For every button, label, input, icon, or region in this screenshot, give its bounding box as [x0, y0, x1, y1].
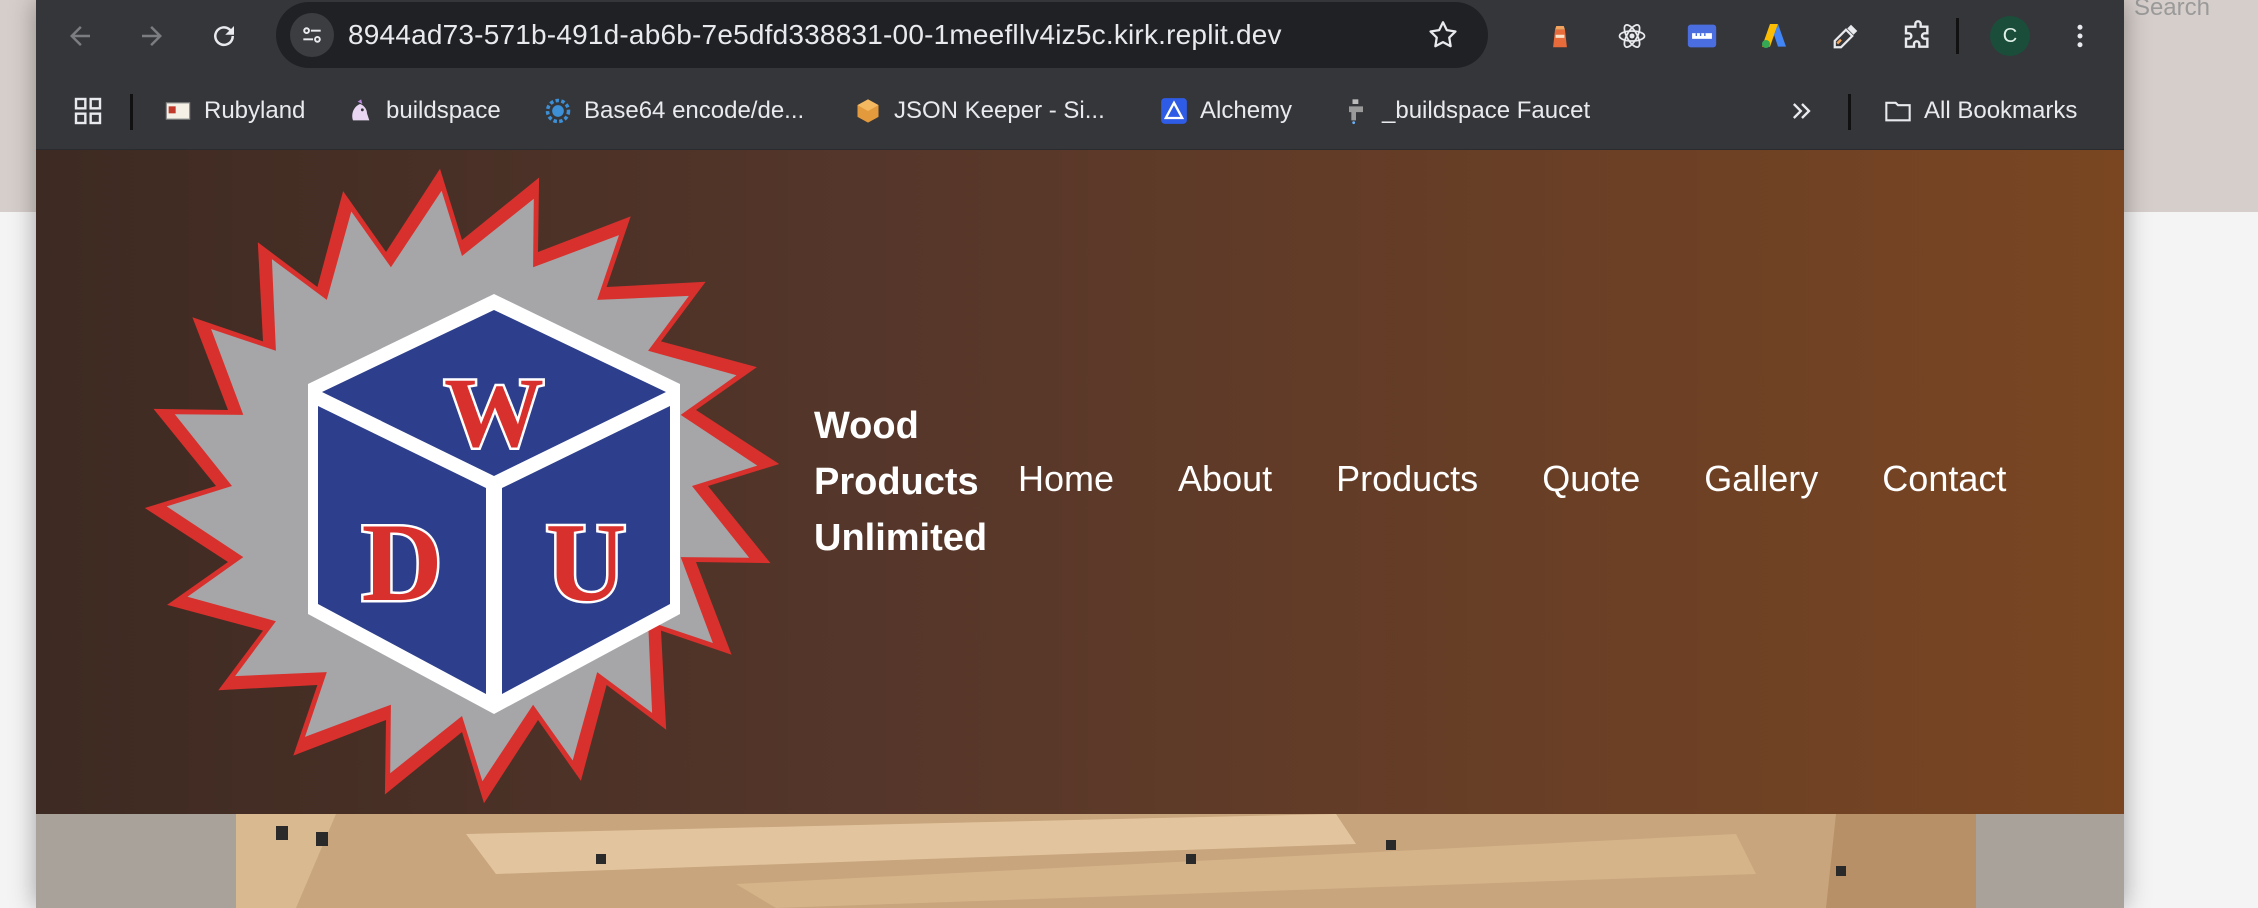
logo-letter-u: U	[546, 501, 627, 625]
buildspace-icon	[352, 99, 370, 121]
brand-line-1: Wood	[814, 405, 919, 447]
alchemy-icon	[1161, 98, 1187, 124]
bookmark-label: Rubyland	[204, 97, 306, 124]
profile-avatar[interactable]: C	[1990, 16, 2030, 56]
bookmark-rubyland[interactable]: Rubyland	[164, 94, 305, 128]
site-info-icon[interactable]	[290, 13, 334, 57]
forward-icon[interactable]	[128, 12, 176, 60]
bookmark-label: Base64 encode/de...	[584, 97, 805, 124]
reload-icon[interactable]	[200, 12, 248, 60]
browser-toolbar: 8944ad73-571b-491d-ab6b-7e5dfd338831-00-…	[36, 0, 2124, 72]
bookmarks-overflow-icon[interactable]	[1788, 94, 1816, 128]
logo-letter-d: D	[362, 501, 443, 625]
web-page: W D U Wood Products Unlimited Home About…	[36, 150, 2124, 908]
folder-icon	[1885, 101, 1911, 122]
extension-lighthouse-icon[interactable]	[1540, 16, 1580, 56]
all-bookmarks-label: All Bookmarks	[1924, 97, 2078, 124]
bookmark-faucet[interactable]: _buildspace Faucet	[1342, 94, 1590, 128]
url-text[interactable]: 8944ad73-571b-491d-ab6b-7e5dfd338831-00-…	[348, 19, 1282, 51]
nav-contact[interactable]: Contact	[1882, 458, 2006, 500]
bookmark-label: buildspace	[386, 97, 501, 124]
bookmark-base64[interactable]: Base64 encode/de...	[544, 94, 804, 128]
hero-image-wooden-crate	[36, 814, 2124, 908]
desktop-background-right	[2124, 212, 2258, 908]
extension-react-icon[interactable]	[1612, 16, 1652, 56]
back-icon[interactable]	[56, 12, 104, 60]
nav-products[interactable]: Products	[1336, 458, 1478, 500]
bookmark-label: _buildspace Faucet	[1382, 97, 1591, 124]
extensions-puzzle-icon[interactable]	[1898, 16, 1938, 56]
address-bar[interactable]: 8944ad73-571b-491d-ab6b-7e5dfd338831-00-…	[276, 2, 1488, 68]
site-header: W D U Wood Products Unlimited Home About…	[36, 150, 2124, 814]
brand-line-2: Products	[814, 461, 979, 503]
desktop-background-left	[0, 212, 36, 908]
faucet-icon	[1349, 99, 1363, 125]
json-keeper-icon	[857, 99, 879, 123]
apps-grid-icon[interactable]	[72, 94, 104, 128]
nav-home[interactable]: Home	[1018, 458, 1114, 500]
browser-window: 8944ad73-571b-491d-ab6b-7e5dfd338831-00-…	[36, 0, 2124, 908]
bookmarks-bar: Rubyland buildspace Base64 encode/de... …	[36, 72, 2124, 150]
toolbar-separator	[1956, 18, 1959, 54]
menu-kebab-icon[interactable]	[2060, 16, 2100, 56]
nav-gallery[interactable]: Gallery	[1704, 458, 1818, 500]
all-bookmarks[interactable]: All Bookmarks	[1884, 94, 2077, 128]
company-logo[interactable]: W D U	[132, 166, 812, 806]
bookmark-buildspace[interactable]: buildspace	[346, 94, 501, 128]
bookmark-label: JSON Keeper - Si...	[894, 97, 1105, 124]
bookmark-label: Alchemy	[1200, 97, 1293, 124]
background-search-hint: Search	[2133, 0, 2210, 21]
bookmark-json-keeper[interactable]: JSON Keeper - Si...	[854, 94, 1105, 128]
bookmark-star-icon[interactable]	[1426, 18, 1460, 52]
base64-icon	[545, 98, 571, 124]
bookmarks-separator-right	[1848, 94, 1851, 130]
brand-line-3: Unlimited	[814, 517, 988, 559]
bookmarks-separator	[130, 94, 133, 130]
extension-eyedropper-icon[interactable]	[1826, 16, 1866, 56]
nav-about[interactable]: About	[1178, 458, 1272, 500]
extension-ruler-icon[interactable]	[1682, 16, 1722, 56]
extension-ads-icon[interactable]	[1754, 16, 1794, 56]
main-nav: Home About Products Quote Gallery Contac…	[1018, 458, 2070, 500]
rubyland-icon	[165, 102, 191, 120]
bookmark-alchemy[interactable]: Alchemy	[1160, 94, 1292, 128]
brand-name[interactable]: Wood Products Unlimited	[814, 398, 987, 566]
logo-letter-w: W	[444, 357, 544, 468]
nav-quote[interactable]: Quote	[1542, 458, 1640, 500]
